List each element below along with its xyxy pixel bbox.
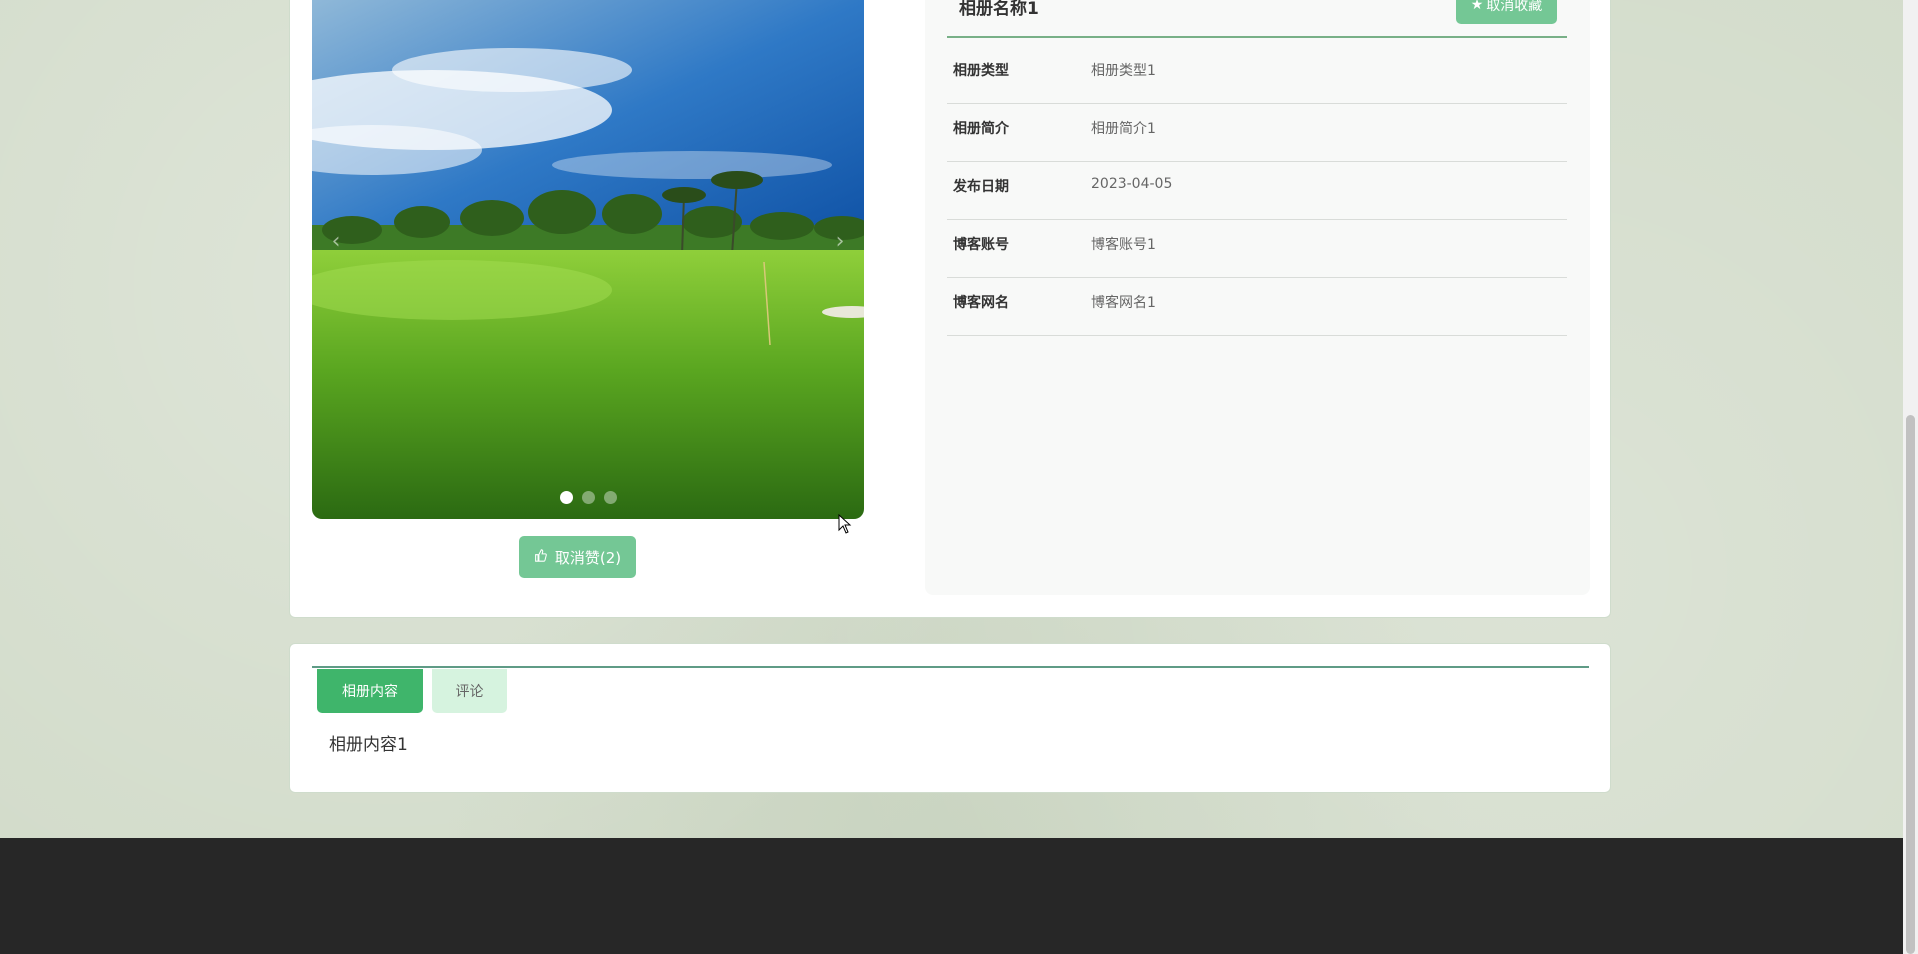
info-row-publish-date: 发布日期 2023-04-05	[947, 162, 1567, 220]
tab-comments[interactable]: 评论	[432, 669, 507, 713]
info-value: 2023-04-05	[1091, 176, 1173, 192]
info-value: 相册类型1	[1091, 63, 1156, 79]
info-label: 相册简介	[953, 121, 1009, 137]
info-value: 博客网名1	[1091, 295, 1156, 311]
carousel-image-golf-course	[312, 0, 864, 519]
star-icon: ★	[1470, 0, 1484, 13]
info-label: 相册类型	[953, 63, 1009, 79]
carousel-indicators	[312, 491, 864, 504]
info-row-album-intro: 相册简介 相册简介1	[947, 104, 1567, 162]
album-info-header: 相册名称1 ★ 取消收藏	[947, 0, 1567, 38]
mouse-cursor-icon	[838, 514, 852, 534]
page-footer	[0, 838, 1903, 954]
carousel-next-arrow[interactable]: ›	[830, 230, 850, 254]
info-label: 博客网名	[953, 295, 1009, 311]
album-title: 相册名称1	[959, 0, 1039, 19]
carousel-dot-3[interactable]	[603, 491, 617, 504]
unfavorite-button-label: 取消收藏	[1486, 0, 1543, 14]
unfavorite-button[interactable]: ★ 取消收藏	[1456, 0, 1557, 24]
carousel-dot-2[interactable]	[581, 491, 595, 504]
album-content-text: 相册内容1	[329, 735, 408, 755]
carousel-prev-arrow[interactable]: ‹	[326, 230, 346, 254]
tabs-divider	[312, 666, 1589, 668]
image-carousel[interactable]: ‹ ›	[312, 0, 864, 519]
info-row-blog-nickname: 博客网名 博客网名1	[947, 278, 1567, 336]
info-row-blog-account: 博客账号 博客账号1	[947, 220, 1567, 278]
carousel-dot-1[interactable]	[559, 491, 573, 504]
unlike-button-label: 取消赞(2)	[554, 548, 622, 567]
info-label: 博客账号	[953, 237, 1009, 253]
tab-album-content[interactable]: 相册内容	[317, 669, 423, 713]
unlike-button[interactable]: 取消赞(2)	[519, 536, 636, 578]
info-value: 相册简介1	[1091, 121, 1156, 137]
thumbs-up-icon	[534, 548, 547, 566]
info-row-album-type: 相册类型 相册类型1	[947, 46, 1567, 104]
info-label: 发布日期	[953, 179, 1009, 195]
scrollbar-thumb[interactable]	[1906, 415, 1915, 954]
info-value: 博客账号1	[1091, 237, 1156, 253]
